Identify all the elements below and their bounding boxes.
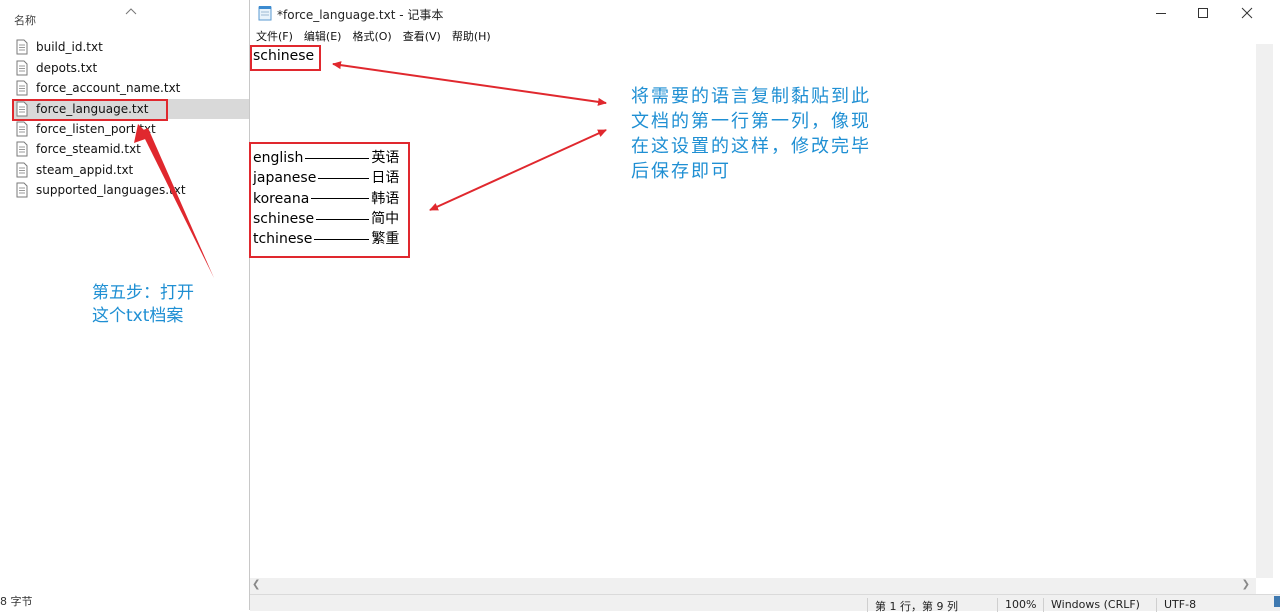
file-item[interactable]: supported_languages.txt (14, 180, 249, 200)
instruction-line: 在这设置的这样，修改完毕 (631, 136, 871, 157)
file-item[interactable]: steam_appid.txt (14, 160, 249, 180)
sort-chevron-icon[interactable] (124, 3, 138, 15)
file-item[interactable]: force_listen_port.txt (14, 119, 249, 139)
scroll-left-icon[interactable]: ❮ (252, 579, 260, 590)
file-name: force_listen_port.txt (36, 122, 156, 136)
taskbar-edge (1274, 596, 1280, 607)
language-code-list: english 英语 japanese 日语 koreana 韩语 schinese 简中 tc… (253, 148, 399, 249)
file-item[interactable]: force_account_name.txt (14, 78, 249, 98)
text-file-icon (16, 39, 28, 55)
instruction-line: 文档的第一行第一列，像现 (631, 111, 871, 132)
file-name: supported_languages.txt (36, 183, 186, 197)
language-name: 简中 (371, 210, 400, 227)
language-code: tchinese (253, 231, 313, 248)
file-item[interactable]: depots.txt (14, 58, 249, 78)
highlight-box-file (12, 99, 168, 121)
text-file-icon (16, 141, 28, 157)
horizontal-scrollbar[interactable]: ❮ ❯ (250, 578, 1256, 594)
dash-line (311, 198, 370, 200)
step-annotation-line: 这个txt档案 (92, 306, 184, 326)
language-name: 韩语 (371, 190, 400, 207)
text-file-icon (16, 121, 28, 137)
status-bar: 第 1 行，第 9 列 100% Windows (CRLF) UTF-8 (250, 594, 1280, 613)
file-item[interactable]: force_steamid.txt (14, 139, 249, 159)
dash-line (316, 218, 370, 220)
language-row: schinese 简中 (253, 209, 399, 229)
dash-line (318, 177, 370, 179)
file-name: steam_appid.txt (36, 163, 134, 177)
minimize-icon (1156, 13, 1166, 14)
file-item[interactable]: build_id.txt (14, 37, 249, 57)
scroll-right-icon[interactable]: ❯ (1242, 579, 1250, 590)
title-bar[interactable]: *force_language.txt - 记事本 (250, 0, 1280, 26)
vertical-scrollbar[interactable] (1256, 44, 1273, 578)
window-title: *force_language.txt - 记事本 (277, 8, 444, 22)
minimize-button[interactable] (1138, 0, 1184, 26)
language-code: koreana (253, 190, 310, 207)
dash-line (314, 238, 370, 240)
file-name: force_steamid.txt (36, 142, 141, 156)
menu-edit[interactable]: 编辑(E) (298, 26, 347, 44)
text-file-icon (16, 162, 28, 178)
menu-help[interactable]: 帮助(H) (446, 26, 496, 44)
instruction-annotation: 将需要的语言复制黏贴到此 文档的第一行第一列，像现 在这设置的这样，修改完毕 后… (631, 84, 871, 184)
notepad-icon (258, 5, 273, 21)
dash-line (305, 157, 370, 159)
language-name: 英语 (371, 150, 400, 166)
column-header-name[interactable]: 名称 (14, 12, 36, 28)
text-file-icon (16, 60, 28, 76)
step-annotation: 第五步：打开 这个txt档案 (92, 282, 194, 328)
language-code: japanese (253, 170, 317, 187)
menu-bar: 文件(F) 编辑(E) 格式(O) 查看(V) 帮助(H) (250, 26, 1280, 44)
highlight-box-editor-text (250, 45, 321, 71)
menu-file[interactable]: 文件(F) (250, 26, 298, 44)
instruction-line: 后保存即可 (631, 161, 731, 182)
language-name: 繁重 (371, 231, 400, 248)
language-row: english 英语 (253, 148, 399, 168)
text-file-icon (16, 80, 28, 96)
language-code: schinese (253, 210, 315, 227)
file-name: force_account_name.txt (36, 81, 181, 95)
explorer-status-text: 8 字节 (0, 595, 33, 608)
close-icon (1241, 7, 1253, 19)
maximize-button[interactable] (1180, 0, 1226, 26)
menu-view[interactable]: 查看(V) (397, 26, 446, 44)
language-row: japanese 日语 (253, 168, 399, 188)
language-row: koreana 韩语 (253, 189, 399, 209)
language-name: 日语 (371, 170, 400, 187)
instruction-line: 将需要的语言复制黏贴到此 (631, 86, 871, 107)
menu-format[interactable]: 格式(O) (346, 26, 396, 44)
file-name: depots.txt (36, 61, 98, 75)
language-code: english (253, 150, 304, 166)
maximize-icon (1198, 8, 1208, 18)
text-file-icon (16, 182, 28, 198)
language-row: tchinese 繁重 (253, 229, 399, 249)
file-name: build_id.txt (36, 40, 103, 54)
close-button[interactable] (1224, 0, 1270, 26)
step-annotation-line: 第五步：打开 (92, 283, 194, 303)
